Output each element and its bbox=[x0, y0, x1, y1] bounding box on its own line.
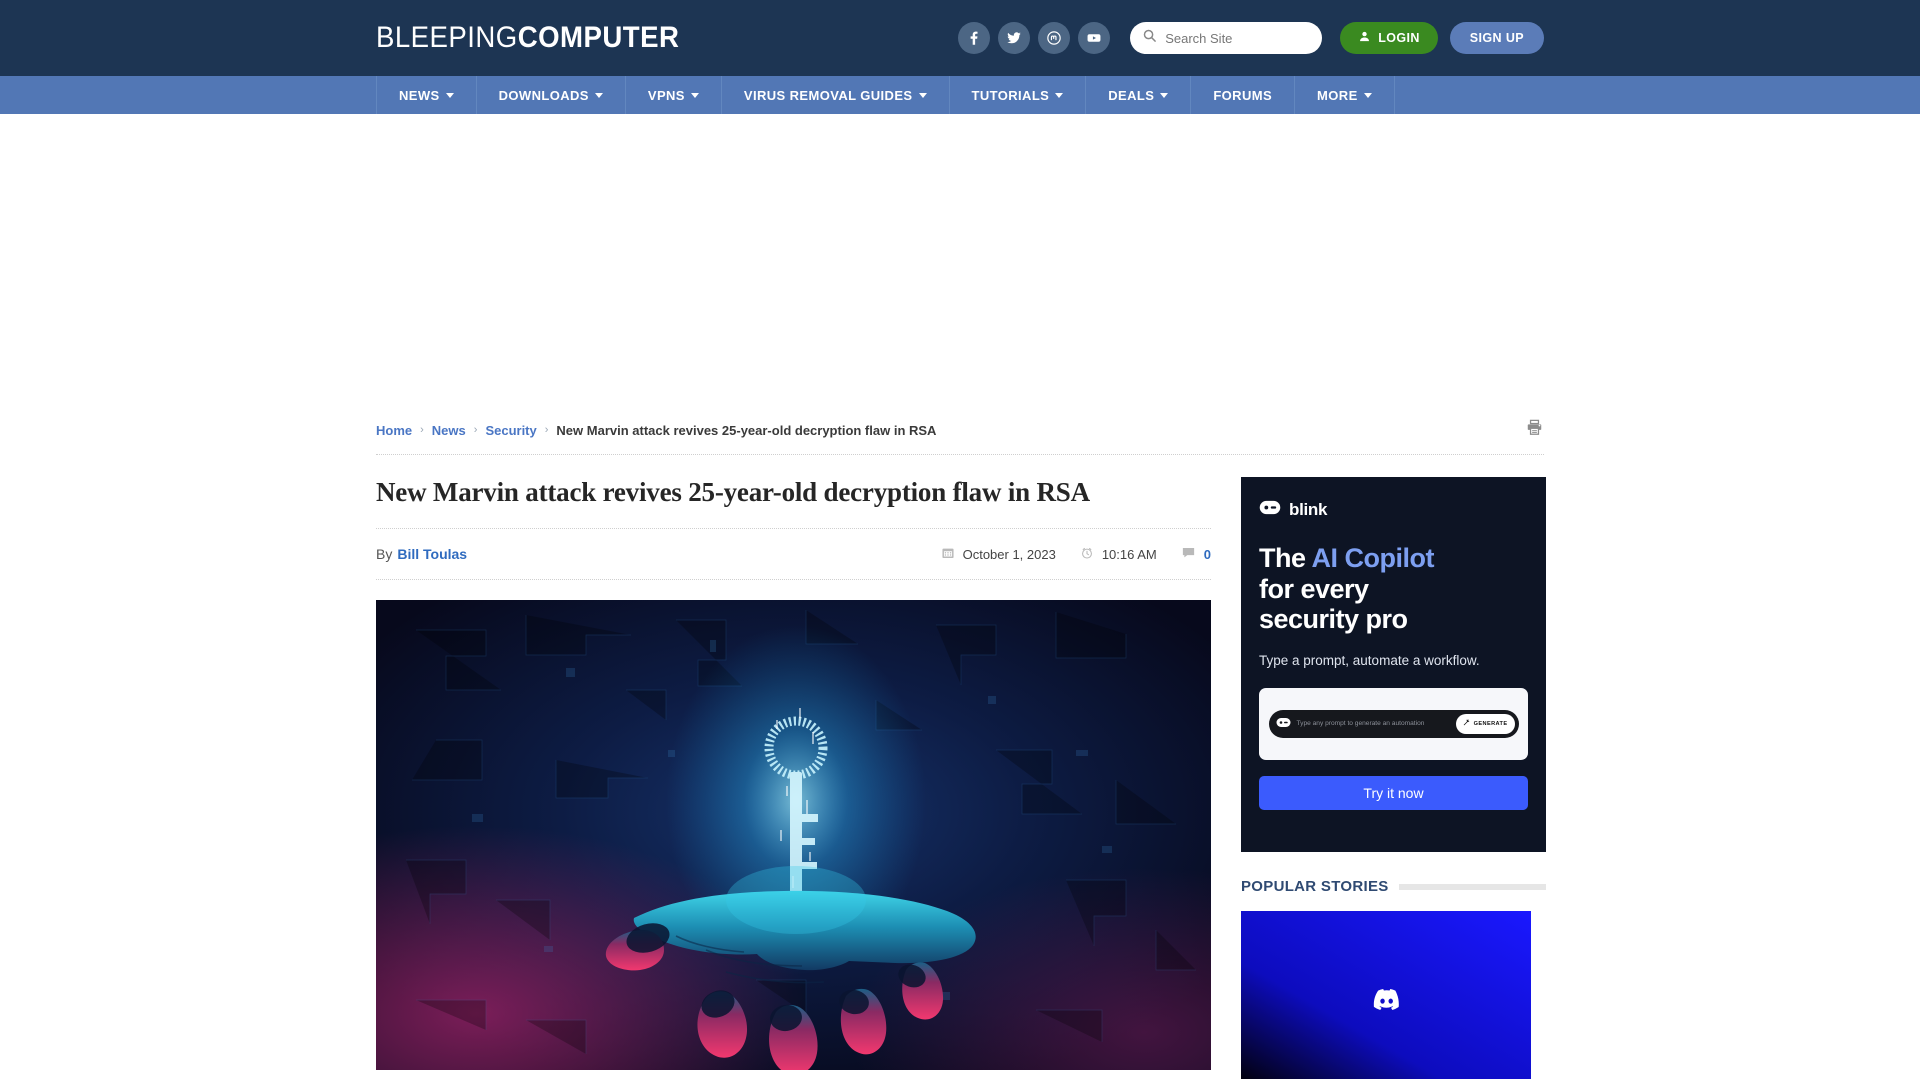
popular-story-thumbnail[interactable] bbox=[1241, 911, 1531, 1079]
site-logo[interactable]: BLEEPINGCOMPUTER bbox=[376, 21, 679, 55]
youtube-icon[interactable] bbox=[1078, 22, 1111, 54]
chevron-down-icon bbox=[1160, 92, 1169, 98]
wand-icon bbox=[1463, 719, 1470, 728]
publish-time: 10:16 AM bbox=[1080, 546, 1157, 563]
blink-robot-icon bbox=[1259, 499, 1281, 521]
chevron-down-icon bbox=[1055, 92, 1064, 98]
publish-date-text: October 1, 2023 bbox=[962, 546, 1056, 562]
nav-label: NEWS bbox=[399, 87, 440, 103]
blink-subtitle: Type a prompt, automate a workflow. bbox=[1259, 652, 1480, 668]
article-byline: By Bill Toulas October 1, 2023 10:16 AM bbox=[376, 529, 1211, 580]
comment-count-text: 0 bbox=[1203, 546, 1211, 562]
chevron-down-icon bbox=[918, 92, 927, 98]
blink-advertisement[interactable]: blink The AI Copilot for every security … bbox=[1241, 477, 1546, 852]
login-button[interactable]: LOGIN bbox=[1340, 22, 1438, 54]
nav-item-virus-removal-guides[interactable]: VIRUS REMOVAL GUIDES bbox=[722, 76, 950, 114]
logo-text-bold: COMPUTER bbox=[517, 21, 680, 54]
blink-headline-line3: security pro bbox=[1259, 604, 1408, 634]
blink-prompt-bar: Type any prompt to generate an automatio… bbox=[1268, 709, 1519, 738]
breadcrumb-security[interactable]: Security bbox=[485, 423, 536, 438]
facebook-icon[interactable] bbox=[958, 22, 991, 54]
blink-prompt-placeholder: Type any prompt to generate an automatio… bbox=[1296, 720, 1425, 727]
site-header: BLEEPINGCOMPUTER Search Site LOGIN SIGN … bbox=[0, 0, 1920, 76]
comment-count[interactable]: 0 bbox=[1181, 545, 1211, 563]
blink-cta-label: Try it now bbox=[1363, 784, 1424, 801]
clock-icon bbox=[1080, 546, 1094, 563]
blink-generate-label: GENERATE bbox=[1473, 720, 1508, 727]
logo-text-light: BLEEPING bbox=[376, 21, 518, 54]
blink-prompt-preview: Type any prompt to generate an automatio… bbox=[1259, 687, 1528, 760]
page-title: New Marvin attack revives 25-year-old de… bbox=[376, 477, 1211, 529]
nav-item-tutorials[interactable]: TUTORIALS bbox=[950, 76, 1087, 114]
breadcrumb-home[interactable]: Home bbox=[376, 423, 412, 438]
user-icon bbox=[1358, 30, 1371, 46]
breadcrumb-current: New Marvin attack revives 25-year-old de… bbox=[556, 422, 937, 438]
chevron-down-icon bbox=[1363, 92, 1372, 98]
article-main: New Marvin attack revives 25-year-old de… bbox=[376, 477, 1211, 1079]
login-label: LOGIN bbox=[1378, 31, 1420, 45]
signup-label: SIGN UP bbox=[1469, 31, 1524, 45]
nav-label: DEALS bbox=[1108, 87, 1155, 103]
nav-label: VPNS bbox=[647, 87, 685, 103]
blink-headline-highlight: AI Copilot bbox=[1311, 543, 1435, 573]
chevron-down-icon bbox=[594, 92, 603, 98]
breadcrumb-separator-icon: › bbox=[473, 424, 478, 436]
blink-cta-button[interactable]: Try it now bbox=[1259, 775, 1528, 810]
by-label: By bbox=[376, 546, 393, 562]
nav-label: DOWNLOADS bbox=[498, 87, 589, 103]
nav-item-downloads[interactable]: DOWNLOADS bbox=[477, 76, 626, 114]
blink-generate-button[interactable]: GENERATE bbox=[1455, 713, 1515, 734]
breadcrumb: Home › News › Security › New Marvin atta… bbox=[376, 404, 1544, 455]
nav-item-more[interactable]: MORE bbox=[1295, 76, 1395, 114]
nav-item-deals[interactable]: DEALS bbox=[1086, 76, 1192, 114]
chevron-down-icon bbox=[690, 92, 699, 98]
sidebar: blink The AI Copilot for every security … bbox=[1241, 477, 1546, 1079]
search-icon bbox=[1142, 28, 1157, 48]
blink-logo: blink bbox=[1259, 499, 1528, 521]
nav-label: FORUMS bbox=[1213, 87, 1273, 103]
publish-date: October 1, 2023 bbox=[941, 546, 1056, 563]
article-hero-image bbox=[376, 600, 1211, 1070]
chevron-down-icon bbox=[445, 92, 454, 98]
popular-stories-title: POPULAR STORIES bbox=[1241, 878, 1389, 895]
signup-button[interactable]: SIGN UP bbox=[1449, 22, 1544, 54]
author-link[interactable]: Bill Toulas bbox=[397, 546, 467, 562]
printer-icon[interactable] bbox=[1525, 418, 1544, 442]
main-navigation: NEWS DOWNLOADS VPNS VIRUS REMOVAL GUIDES… bbox=[0, 76, 1920, 114]
nav-label: VIRUS REMOVAL GUIDES bbox=[743, 87, 913, 103]
blink-headline-line2: for every bbox=[1259, 573, 1369, 604]
divider bbox=[1398, 883, 1546, 890]
popular-stories-header: POPULAR STORIES bbox=[1241, 878, 1546, 895]
nav-label: MORE bbox=[1317, 87, 1358, 103]
search-box[interactable] bbox=[1130, 22, 1323, 54]
nav-item-forums[interactable]: FORUMS bbox=[1191, 76, 1296, 114]
breadcrumb-separator-icon: › bbox=[420, 424, 424, 436]
breadcrumb-news[interactable]: News bbox=[432, 423, 466, 438]
breadcrumb-separator-icon: › bbox=[544, 424, 549, 436]
leaderboard-ad-slot bbox=[0, 114, 1920, 404]
blink-wordmark: blink bbox=[1289, 500, 1328, 519]
blink-headline-line1: The bbox=[1259, 543, 1312, 573]
search-input[interactable] bbox=[1165, 30, 1311, 46]
nav-label: TUTORIALS bbox=[971, 87, 1050, 103]
calendar-icon bbox=[941, 546, 955, 563]
mastodon-icon[interactable] bbox=[1038, 22, 1071, 54]
nav-item-news[interactable]: NEWS bbox=[376, 76, 477, 114]
comment-icon bbox=[1181, 545, 1196, 563]
social-links bbox=[958, 22, 1111, 54]
publish-time-text: 10:16 AM bbox=[1101, 546, 1157, 562]
blink-headline: The AI Copilot for every security pro bbox=[1259, 543, 1528, 635]
twitter-icon[interactable] bbox=[998, 22, 1031, 54]
nav-item-vpns[interactable]: VPNS bbox=[626, 76, 722, 114]
blink-robot-icon bbox=[1276, 715, 1291, 733]
